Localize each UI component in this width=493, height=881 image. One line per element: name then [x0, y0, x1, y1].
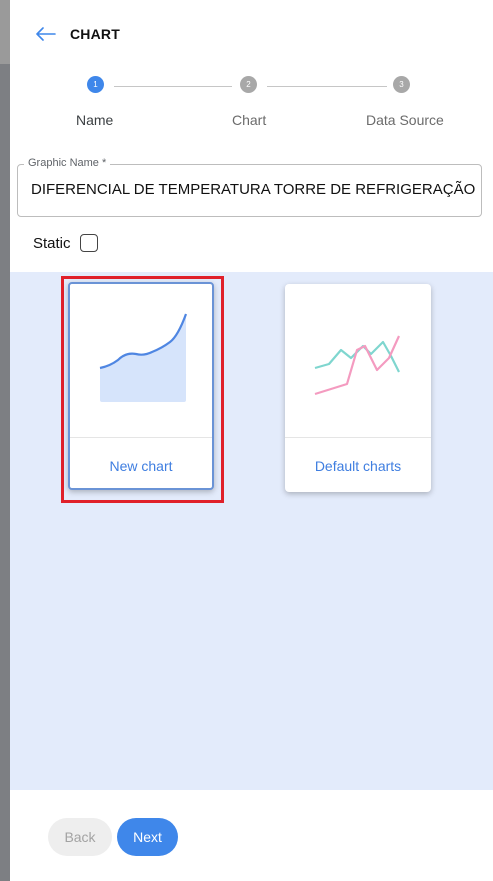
static-option: Static	[33, 234, 98, 252]
card-divider	[285, 437, 431, 438]
step-connector-1	[114, 86, 232, 87]
line-chart-icon	[285, 284, 431, 436]
footer-actions: Back Next	[10, 790, 493, 881]
step-3-indicator: 3	[393, 76, 410, 93]
step-2-indicator: 2	[240, 76, 257, 93]
next-button[interactable]: Next	[117, 818, 178, 856]
default-charts-card[interactable]: Default charts	[285, 284, 431, 492]
back-button[interactable]: Back	[48, 818, 112, 856]
page-title: CHART	[70, 26, 120, 42]
static-label: Static	[33, 234, 71, 252]
chart-type-selection-area: New chart Default charts	[10, 272, 493, 790]
step-connector-2	[267, 86, 387, 87]
step-label-chart: Chart	[232, 112, 267, 128]
chart-wizard-panel: CHART 1 2 3 Name Chart Data Source Graph…	[10, 0, 493, 881]
new-chart-card[interactable]: New chart	[68, 282, 214, 490]
graphic-name-input[interactable]: DIFERENCIAL DE TEMPERATURA TORRE DE REFR…	[31, 181, 475, 198]
area-chart-icon	[70, 284, 212, 436]
card-divider	[70, 437, 212, 438]
new-chart-label: New chart	[109, 458, 173, 474]
left-edge-strip	[0, 0, 10, 881]
step-1-indicator: 1	[87, 76, 104, 93]
graphic-name-label: Graphic Name *	[24, 157, 111, 169]
step-label-data-source: Data Source	[366, 112, 444, 128]
header: CHART	[10, 14, 493, 54]
back-arrow-icon[interactable]	[34, 22, 58, 46]
static-checkbox[interactable]	[79, 234, 98, 252]
graphic-name-field[interactable]: Graphic Name * DIFERENCIAL DE TEMPERATUR…	[17, 157, 482, 217]
default-charts-label: Default charts	[314, 458, 402, 474]
step-label-name: Name	[76, 112, 114, 128]
